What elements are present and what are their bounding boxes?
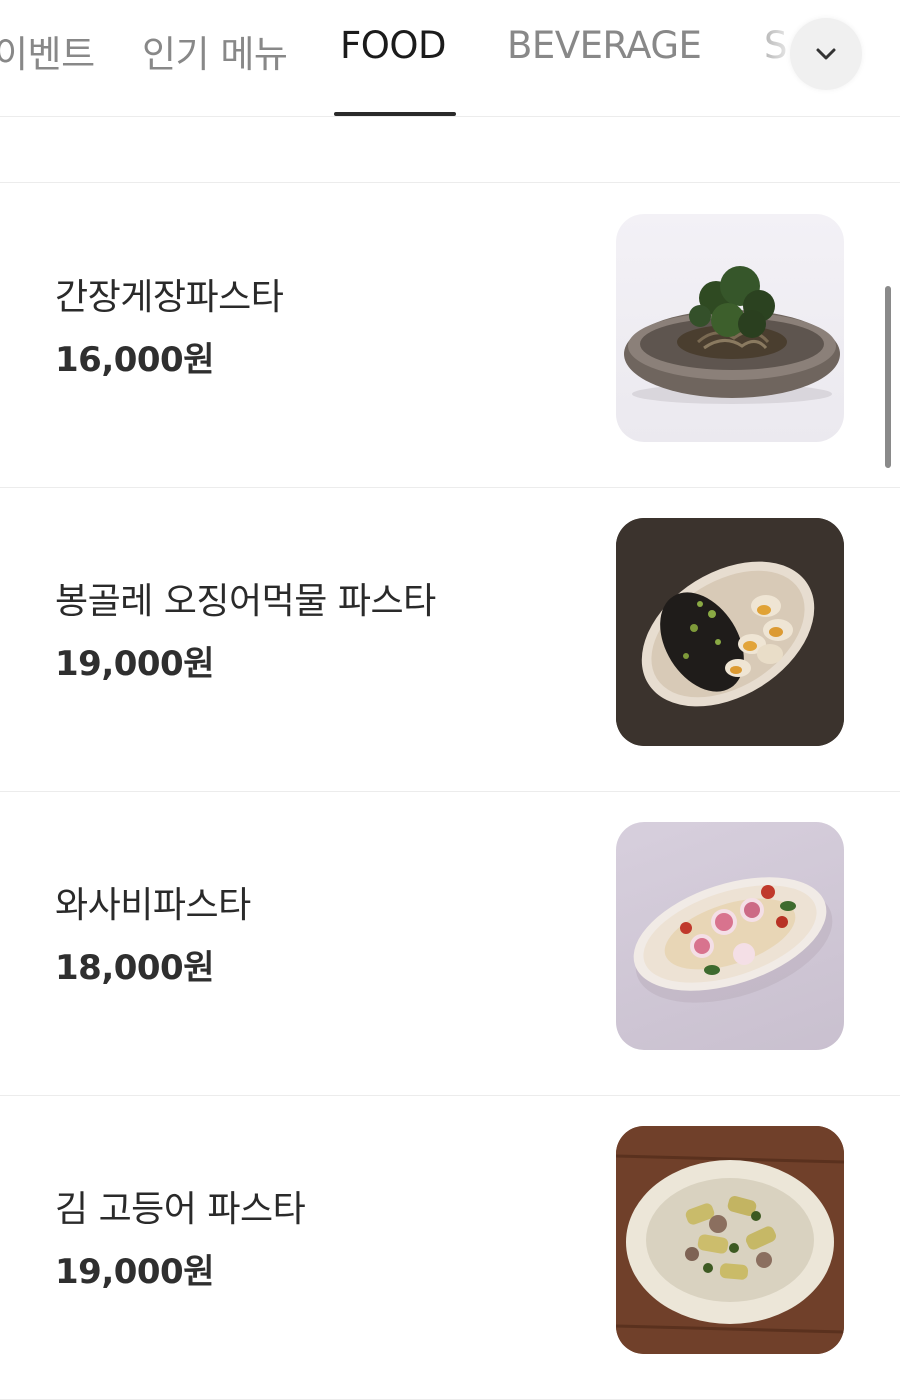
section-divider xyxy=(0,182,900,183)
menu-item[interactable]: 봉골레 오징어먹물 파스타 19,000원 xyxy=(0,488,900,792)
menu-item-photo xyxy=(616,518,844,746)
menu-item-price: 19,000원 xyxy=(55,1252,214,1292)
tab-beverage[interactable]: BEVERAGE xyxy=(507,24,702,67)
menu-item-name: 간장게장파스타 xyxy=(55,277,284,318)
menu-item[interactable]: 와사비파스타 18,000원 xyxy=(0,792,900,1096)
menu-item[interactable]: 김 고등어 파스타 19,000원 xyxy=(0,1096,900,1400)
category-tab-bar: 이벤트 인기 메뉴 FOOD BEVERAGE S xyxy=(0,0,900,117)
tab-event[interactable]: 이벤트 xyxy=(0,24,95,78)
expand-categories-button[interactable] xyxy=(790,18,862,90)
menu-item-price: 16,000원 xyxy=(55,340,214,380)
menu-item-photo xyxy=(616,1126,844,1354)
menu-item-name: 김 고등어 파스타 xyxy=(55,1189,306,1230)
tab-popular-menu[interactable]: 인기 메뉴 xyxy=(142,24,288,78)
menu-item[interactable]: 간장게장파스타 16,000원 xyxy=(0,184,900,488)
tab-food[interactable]: FOOD xyxy=(340,24,447,67)
menu-item-name: 와사비파스타 xyxy=(55,885,251,926)
menu-item-price: 18,000원 xyxy=(55,948,214,988)
menu-item-price: 19,000원 xyxy=(55,644,214,684)
scrollbar-thumb[interactable] xyxy=(885,286,891,468)
menu-item-name: 봉골레 오징어먹물 파스타 xyxy=(55,581,436,622)
menu-item-photo xyxy=(616,822,844,1050)
menu-item-photo xyxy=(616,214,844,442)
active-tab-indicator xyxy=(334,112,456,116)
chevron-down-icon xyxy=(816,48,836,60)
